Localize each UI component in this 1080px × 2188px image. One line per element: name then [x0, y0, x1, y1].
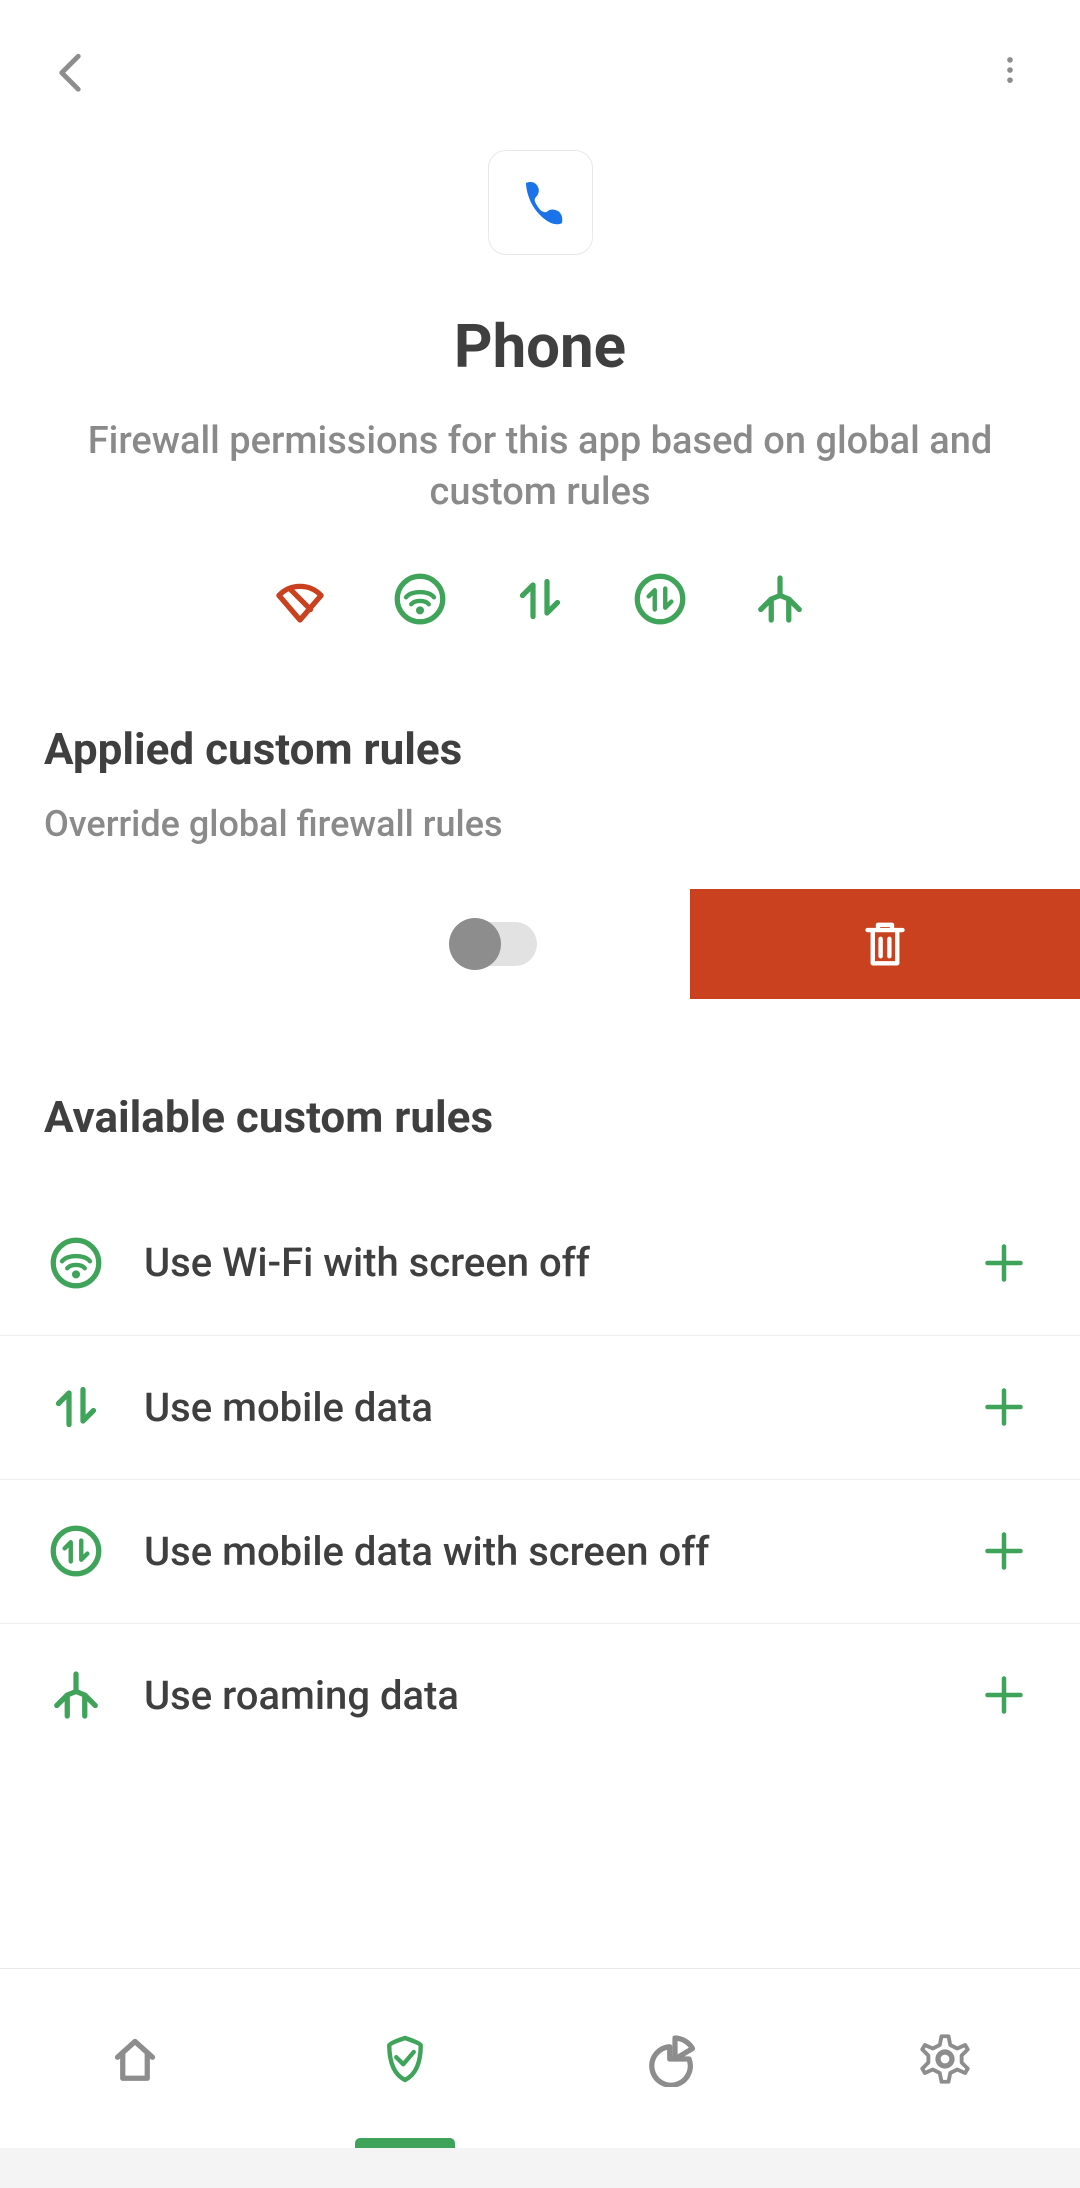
plus-icon	[980, 1239, 1028, 1287]
add-rule-button[interactable]	[972, 1375, 1036, 1439]
rule-item-roaming[interactable]: Use roaming data	[0, 1623, 1080, 1767]
nav-home[interactable]	[0, 1969, 270, 2148]
footer-pad	[0, 2148, 1080, 2188]
applied-section: Applied custom rules Override global fir…	[0, 631, 1080, 845]
mobile-data-icon[interactable]	[508, 567, 572, 631]
mobile-data-screen-off-icon[interactable]	[628, 567, 692, 631]
toggle-knob	[449, 918, 501, 970]
rule-label: Use mobile data	[144, 1384, 972, 1431]
app-header: Phone Firewall permissions for this app …	[0, 150, 1080, 519]
rule-label: Use roaming data	[144, 1672, 972, 1719]
rule-item-mobile-data-screen-off[interactable]: Use mobile data with screen off	[0, 1479, 1080, 1623]
roaming-icon[interactable]	[748, 567, 812, 631]
app-icon	[488, 150, 593, 255]
available-rules-list: Use Wi-Fi with screen off Use mobile dat…	[0, 1191, 1080, 1767]
add-rule-button[interactable]	[972, 1663, 1036, 1727]
chart-icon	[647, 2031, 703, 2087]
top-bar	[0, 0, 1080, 140]
mobile-data-screen-off-icon	[44, 1519, 108, 1583]
plus-icon	[980, 1671, 1028, 1719]
applied-title: Applied custom rules	[44, 723, 1036, 775]
wifi-blocked-icon[interactable]	[268, 567, 332, 631]
applied-rule-row[interactable]	[0, 889, 1080, 999]
bottom-navigation	[0, 1968, 1080, 2148]
trash-icon	[857, 916, 913, 972]
active-indicator	[355, 2138, 455, 2148]
nav-stats[interactable]	[540, 1969, 810, 2148]
delete-rule-button[interactable]	[690, 889, 1080, 999]
permission-status-row	[0, 567, 1080, 631]
chevron-left-icon	[48, 48, 92, 92]
mobile-data-icon	[44, 1375, 108, 1439]
gear-icon	[917, 2031, 973, 2087]
nav-settings[interactable]	[810, 1969, 1080, 2148]
rule-item-mobile-data[interactable]: Use mobile data	[0, 1335, 1080, 1479]
plus-icon	[980, 1383, 1028, 1431]
more-vertical-icon	[992, 42, 1028, 98]
applied-subtitle: Override global firewall rules	[44, 803, 1036, 845]
plus-icon	[980, 1527, 1028, 1575]
available-section: Available custom rules	[0, 999, 1080, 1143]
app-title: Phone	[454, 311, 626, 382]
shield-check-icon	[377, 2031, 433, 2087]
roaming-icon	[44, 1663, 108, 1727]
more-menu-button[interactable]	[970, 30, 1050, 110]
home-icon	[107, 2031, 163, 2087]
rule-toggle[interactable]	[453, 922, 537, 966]
wifi-screen-off-icon	[44, 1231, 108, 1295]
add-rule-button[interactable]	[972, 1519, 1036, 1583]
add-rule-button[interactable]	[972, 1231, 1036, 1295]
nav-firewall[interactable]	[270, 1969, 540, 2148]
back-button[interactable]	[30, 30, 110, 110]
rule-label: Use mobile data with screen off	[144, 1528, 972, 1575]
rule-item-wifi-screen-off[interactable]: Use Wi-Fi with screen off	[0, 1191, 1080, 1335]
rule-label: Use Wi-Fi with screen off	[144, 1239, 972, 1286]
phone-icon	[508, 171, 572, 235]
available-title: Available custom rules	[44, 1091, 1036, 1143]
app-subtitle: Firewall permissions for this app based …	[0, 416, 1080, 519]
wifi-screen-off-icon[interactable]	[388, 567, 452, 631]
